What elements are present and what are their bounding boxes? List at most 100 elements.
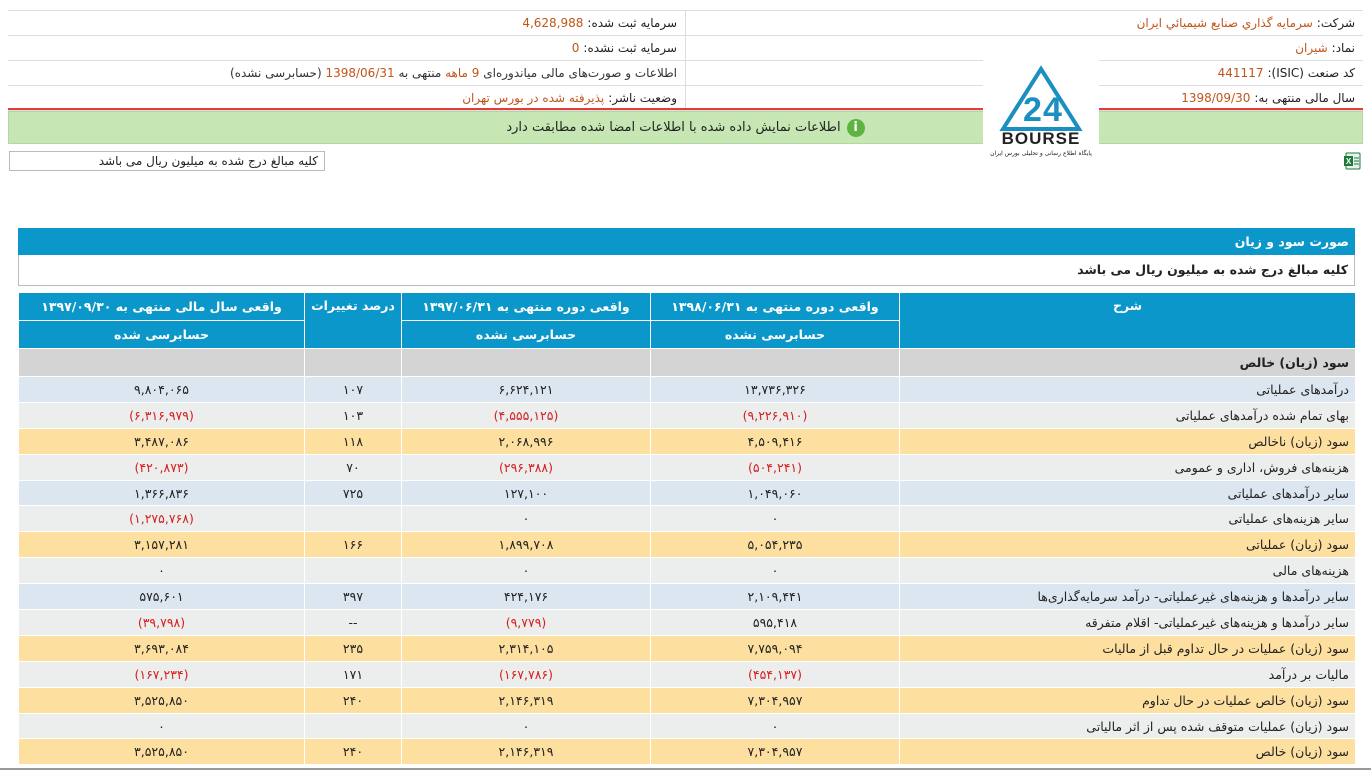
row-value-col4: (۳۹,۷۹۸) xyxy=(18,609,305,636)
row-desc: سایر درآمدها و هزینه‌های غیرعملیاتی- اقل… xyxy=(899,609,1356,636)
logo-wordmark: BOURSE xyxy=(1002,129,1081,148)
unregistered-capital-cell: سرمایه ثبت نشده: 0 xyxy=(8,36,685,60)
table-row: درآمدهای عملیاتی ۱۳,۷۳۶,۳۲۶ ۶,۶۲۴,۱۲۱ ۱۰۷ ۹,… xyxy=(18,376,1356,403)
group-cell xyxy=(650,348,900,377)
row-value-col1: ۵,۰۵۴,۲۳۵ xyxy=(650,531,900,559)
fiscal-year-value: 1398/09/30 xyxy=(1181,91,1251,105)
row-value-col4: ۳,۵۲۵,۸۵۰ xyxy=(18,738,305,766)
company-value[interactable]: سرمایه گذاري صنایع شیمیائي ایران xyxy=(1137,16,1313,30)
symbol-value[interactable]: شیران xyxy=(1295,41,1327,55)
isic-label: کد صنعت (ISIC): xyxy=(1267,66,1355,80)
group-title: سود (زیان) خالص xyxy=(899,348,1356,377)
row-change-percent: ۱۷۱ xyxy=(304,660,402,688)
row-value-col1: ۰ xyxy=(650,505,900,533)
row-value-col4: ۳,۵۲۵,۸۵۰ xyxy=(18,686,305,714)
report-title-mid: منتهی به xyxy=(398,66,442,80)
row-change-percent: ۱۶۶ xyxy=(304,531,402,559)
table-row: سود (زیان) عملیات متوقف شده پس از اثر ما… xyxy=(18,712,1356,740)
row-value-col1: ۲,۱۰۹,۴۴۱ xyxy=(650,583,900,611)
row-value-col4: ۳,۴۸۷,۰۸۶ xyxy=(18,427,305,455)
row-change-percent: ۱۱۸ xyxy=(304,427,402,455)
row-change-percent: ۲۴۰ xyxy=(304,686,402,714)
table-row: مالیات بر درآمد (۴۵۴,۱۳۷) (۱۶۷,۷۸۶) ۱۷۱ (۱۶۷… xyxy=(18,660,1356,688)
subheader-col4: حسابرسی شده xyxy=(18,320,305,349)
row-value-col4: (۴۲۰,۸۷۳) xyxy=(18,453,305,481)
row-value-col2: (۴,۵۵۵,۱۲۵) xyxy=(401,401,651,429)
table-row: هزینه‌های فروش، اداری و عمومی (۵۰۴,۲۴۱) (۲… xyxy=(18,453,1356,481)
row-value-col2: (۱۶۷,۷۸۶) xyxy=(401,660,651,688)
row-value-col1: ۷,۳۰۴,۹۵۷ xyxy=(650,738,900,766)
row-desc: هزینه‌های مالی xyxy=(899,557,1356,585)
registered-capital-value: 4,628,988 xyxy=(522,16,584,30)
row-value-col4: (۱۶۷,۲۳۴) xyxy=(18,660,305,688)
excel-export-icon[interactable]: X xyxy=(1343,152,1361,170)
row-value-col2: ۱۲۷,۱۰۰ xyxy=(401,479,651,507)
unregistered-capital-value: 0 xyxy=(571,41,580,55)
row-value-col1: ۱,۰۴۹,۰۶۰ xyxy=(650,479,900,507)
report-audit-status: (حسابرسی نشده) xyxy=(230,66,322,80)
row-change-percent: ۷۰ xyxy=(304,453,402,481)
row-change-percent: -- xyxy=(304,609,402,636)
company-label: شرکت: xyxy=(1316,16,1355,30)
row-value-col1: (۵۰۴,۲۴۱) xyxy=(650,453,900,481)
row-change-percent: ۲۴۰ xyxy=(304,738,402,766)
row-value-col4: ۰ xyxy=(18,557,305,585)
row-value-col2: ۶,۶۲۴,۱۲۱ xyxy=(401,376,651,403)
group-cell xyxy=(304,348,402,377)
row-value-col2: ۱,۸۹۹,۷۰۸ xyxy=(401,531,651,559)
section-subtitle: کلیه مبالغ درج شده به میلیون ریال می باش… xyxy=(18,255,1355,286)
row-desc: سود (زیان) ناخالص xyxy=(899,427,1356,455)
row-desc: سایر درآمدها و هزینه‌های غیرعملیاتی- درآ… xyxy=(899,583,1356,611)
verification-notice-text: اطلاعات نمایش داده شده با اطلاعات امضا ش… xyxy=(506,120,841,135)
row-value-col4: ۰ xyxy=(18,712,305,740)
row-value-col2: ۴۲۴,۱۷۶ xyxy=(401,583,651,611)
row-change-percent: ۱۰۳ xyxy=(304,401,402,429)
publisher-cell: وضعیت ناشر: پذیرفته شده در بورس تهران xyxy=(8,86,685,110)
row-desc: مالیات بر درآمد xyxy=(899,660,1356,688)
table-row: سود (زیان) ناخالص ۴,۵۰۹,۴۱۶ ۲,۰۶۸,۹۹۶ ۱۱۸ ۳,… xyxy=(18,427,1356,455)
row-change-percent xyxy=(304,505,402,533)
table-row: سود (زیان) خالص ۷,۳۰۴,۹۵۷ ۲,۱۴۶,۳۱۹ ۲۴۰ ۳,۵۲… xyxy=(18,738,1356,766)
row-change-percent: ۱۰۷ xyxy=(304,376,402,403)
row-value-col2: ۲,۰۶۸,۹۹۶ xyxy=(401,427,651,455)
group-row: سود (زیان) خالص xyxy=(18,348,1356,377)
row-desc: سود (زیان) خالص عملیات در حال تداوم xyxy=(899,686,1356,714)
row-desc: درآمدهای عملیاتی xyxy=(899,376,1356,403)
row-value-col4: ۱,۳۶۶,۸۳۶ xyxy=(18,479,305,507)
registered-capital-label: سرمایه ثبت شده: xyxy=(587,16,677,30)
row-desc: هزینه‌های فروش، اداری و عمومی xyxy=(899,453,1356,481)
subheader-col1: حسابرسی نشده xyxy=(650,320,900,349)
row-value-col2: ۰ xyxy=(401,505,651,533)
row-value-col1: ۵۹۵,۴۱۸ xyxy=(650,609,900,636)
isic-value: 441117 xyxy=(1217,66,1264,80)
info-row-1: شرکت: سرمایه گذاري صنایع شیمیائي ایران س… xyxy=(8,11,1363,36)
table-row: سود (زیان) عملیات در حال تداوم قبل از ما… xyxy=(18,634,1356,662)
report-title-cell: اطلاعات و صورت‌های مالی میاندوره‌ای 9 ما… xyxy=(8,61,685,85)
header-col3: درصد تغییرات xyxy=(304,292,402,349)
info-row-2: نماد: شیران سرمایه ثبت نشده: 0 xyxy=(8,36,1363,61)
row-value-col1: (۹,۲۲۶,۹۱۰) xyxy=(650,401,900,429)
table-row: سایر درآمدهای عملیاتی ۱,۰۴۹,۰۶۰ ۱۲۷,۱۰۰ ۷۲۵… xyxy=(18,479,1356,507)
row-value-col2: ۰ xyxy=(401,712,651,740)
report-title-pre: اطلاعات و صورت‌های مالی میاندوره‌ای xyxy=(483,66,677,80)
table-row: بهای تمام شده درآمدهای عملیاتی (۹,۲۲۶,۹۱۰… xyxy=(18,401,1356,429)
row-change-percent xyxy=(304,557,402,585)
row-desc: بهای تمام شده درآمدهای عملیاتی xyxy=(899,401,1356,429)
report-date: 1398/06/31 xyxy=(325,66,395,80)
unit-note-box: کلیه مبالغ درج شده به میلیون ریال می باش… xyxy=(9,151,325,171)
bourse24-logo-graphic: 2 4 BOURSE پایگاه اطلاع رسانی و تحلیلی ب… xyxy=(990,65,1092,157)
row-desc: سود (زیان) عملیاتی xyxy=(899,531,1356,559)
svg-text:2: 2 xyxy=(1023,91,1042,129)
row-value-col2: ۲,۳۱۴,۱۰۵ xyxy=(401,634,651,662)
logo-caption: پایگاه اطلاع رسانی و تحلیلی بورس ایران xyxy=(990,149,1092,157)
row-value-col2: (۹,۷۷۹) xyxy=(401,609,651,636)
table-row: سایر هزینه‌های عملیاتی ۰ ۰ (۱,۲۷۵,۷۶۸) xyxy=(18,505,1356,533)
row-change-percent: ۷۲۵ xyxy=(304,479,402,507)
row-desc: سایر هزینه‌های عملیاتی xyxy=(899,505,1356,533)
subheader-col2: حسابرسی نشده xyxy=(401,320,651,349)
table-row: سایر درآمدها و هزینه‌های غیرعملیاتی- درآ… xyxy=(18,583,1356,611)
row-value-col4: ۵۷۵,۶۰۱ xyxy=(18,583,305,611)
group-cell xyxy=(401,348,651,377)
row-value-col1: ۷,۷۵۹,۰۹۴ xyxy=(650,634,900,662)
header-col1: واقعی دوره منتهی به ۱۳۹۸/۰۶/۳۱ xyxy=(650,292,900,321)
